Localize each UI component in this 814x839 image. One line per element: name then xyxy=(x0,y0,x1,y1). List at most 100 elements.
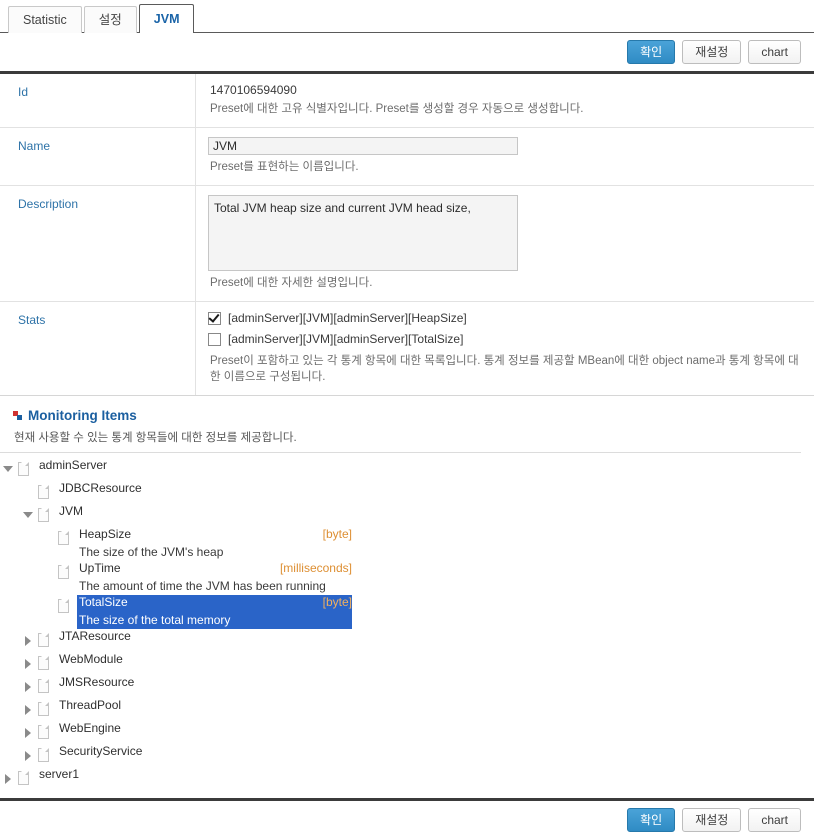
tab-statistic[interactable]: Statistic xyxy=(8,6,82,33)
form-row-description: Description Total JVM heap size and curr… xyxy=(0,186,814,302)
tree-row[interactable]: server1 xyxy=(0,767,814,790)
tree-item-label: JDBCResource xyxy=(59,481,142,495)
tree-label-wrap[interactable]: JDBCResource xyxy=(57,481,146,495)
chevron-down-icon[interactable] xyxy=(0,458,16,481)
chevron-down-icon[interactable] xyxy=(20,504,36,527)
chart-button-bottom[interactable]: chart xyxy=(748,808,801,832)
tree-row[interactable]: HeapSize [byte] The size of the JVM's he… xyxy=(40,527,814,561)
description-textarea[interactable]: Total JVM heap size and current JVM head… xyxy=(208,195,518,271)
tree-label-wrap[interactable]: JVM xyxy=(57,504,87,518)
tree-children-jvm: HeapSize [byte] The size of the JVM's he… xyxy=(20,527,814,629)
stats-item[interactable]: [adminServer][JVM][adminServer][TotalSiz… xyxy=(208,332,800,346)
tree-item-label: JMSResource xyxy=(59,675,135,689)
tree-label-wrap[interactable]: SecurityService xyxy=(57,744,146,758)
document-icon xyxy=(58,599,69,613)
tree-item-unit: [milliseconds] xyxy=(279,561,352,575)
chevron-right-icon[interactable] xyxy=(20,629,36,652)
tree-label-wrap[interactable]: JTAResource xyxy=(57,629,135,643)
name-value-cell: Preset를 표현하는 이름입니다. xyxy=(196,128,814,185)
tree-item-label: UpTime xyxy=(79,561,121,575)
form-row-name: Name Preset를 표현하는 이름입니다. xyxy=(0,128,814,186)
name-input[interactable] xyxy=(208,137,518,155)
stats-item[interactable]: [adminServer][JVM][adminServer][HeapSize… xyxy=(208,311,800,325)
id-value-cell: 1470106594090 Preset에 대한 고유 식별자입니다. Pres… xyxy=(196,74,814,127)
tree-item-label: JVM xyxy=(59,504,83,518)
tree-item-label: SecurityService xyxy=(59,744,143,758)
form-row-id: Id 1470106594090 Preset에 대한 고유 식별자입니다. P… xyxy=(0,74,814,128)
tree-label-wrap[interactable]: ThreadPool xyxy=(57,698,125,712)
chevron-right-icon[interactable] xyxy=(20,744,36,767)
tree-label-wrap[interactable]: HeapSize [byte] The size of the JVM's he… xyxy=(77,527,352,561)
reset-button-bottom[interactable]: 재설정 xyxy=(682,808,742,832)
tree-row[interactable]: SecurityService xyxy=(20,744,814,767)
stats-checkbox-totalsize[interactable] xyxy=(208,332,221,346)
tree-item-label: WebModule xyxy=(59,652,123,666)
tree-row[interactable]: JTAResource xyxy=(20,629,814,652)
document-icon xyxy=(38,702,49,716)
name-label: Name xyxy=(0,128,196,185)
tree-label-wrap[interactable]: WebModule xyxy=(57,652,127,666)
tree-item-label: HeapSize xyxy=(79,527,132,541)
tree-label-wrap[interactable]: server1 xyxy=(37,767,83,781)
monitoring-items-description: 현재 사용할 수 있는 통계 항목들에 대한 정보를 제공합니다. xyxy=(14,432,297,444)
tree-row[interactable]: JDBCResource xyxy=(20,481,814,504)
tree-row[interactable]: ThreadPool xyxy=(20,698,814,721)
document-icon xyxy=(38,508,49,522)
stats-checkbox-heapsize[interactable] xyxy=(208,311,221,325)
document-icon xyxy=(38,485,49,499)
form-row-stats: Stats [adminServer][JVM][adminServer][He… xyxy=(0,302,814,395)
tree-row[interactable]: JVM xyxy=(20,504,814,527)
document-icon xyxy=(38,679,49,693)
tree-item-description: The amount of time the JVM has been runn… xyxy=(79,579,326,593)
bottom-button-row: 확인 재설정 chart xyxy=(0,801,814,839)
tree-row[interactable]: adminServer xyxy=(0,458,814,481)
chevron-right-icon[interactable] xyxy=(20,721,36,744)
document-icon xyxy=(38,633,49,647)
tree-item-unit: [byte] xyxy=(322,595,352,609)
tree-item-description: The size of the total memory xyxy=(79,613,231,627)
name-hint: Preset를 표현하는 이름입니다. xyxy=(210,161,359,173)
tree-label-wrap[interactable]: adminServer xyxy=(37,458,111,472)
tree-row[interactable]: UpTime [milliseconds] The amount of time… xyxy=(40,561,814,595)
confirm-button-top[interactable]: 확인 xyxy=(627,40,676,64)
stats-label: Stats xyxy=(0,302,196,395)
chevron-right-icon[interactable] xyxy=(20,652,36,675)
tree-item-label: server1 xyxy=(39,767,80,781)
id-value: 1470106594090 xyxy=(210,83,297,97)
blue-red-squares-icon xyxy=(13,411,22,420)
reset-button-top[interactable]: 재설정 xyxy=(682,40,742,64)
stats-item-label: [adminServer][JVM][adminServer][HeapSize… xyxy=(228,311,467,325)
tree-item-label: WebEngine xyxy=(59,721,121,735)
monitoring-items-heading: Monitoring Items xyxy=(13,408,814,423)
stats-hint: Preset이 포함하고 있는 각 통계 항목에 대한 목록입니다. 통계 정보… xyxy=(210,355,799,383)
id-hint: Preset에 대한 고유 식별자입니다. Preset를 생성할 경우 자동으… xyxy=(210,103,584,115)
tree-row[interactable]: TotalSize [byte] The size of the total m… xyxy=(40,595,814,629)
confirm-button-bottom[interactable]: 확인 xyxy=(627,808,676,832)
tree-row[interactable]: WebEngine xyxy=(20,721,814,744)
chevron-right-icon[interactable] xyxy=(0,767,16,790)
chevron-right-icon[interactable] xyxy=(20,675,36,698)
tab-jvm[interactable]: JVM xyxy=(138,4,195,33)
tree-children-adminserver: JDBCResource JVM HeapSize [byte] The siz… xyxy=(0,481,814,767)
tree-row[interactable]: WebModule xyxy=(20,652,814,675)
tab-settings[interactable]: 설정 xyxy=(83,6,137,33)
chart-button-top[interactable]: chart xyxy=(748,40,801,64)
chevron-right-icon[interactable] xyxy=(20,698,36,721)
document-icon xyxy=(58,565,69,579)
tree-item-label: ThreadPool xyxy=(59,698,122,712)
top-button-row: 확인 재설정 chart xyxy=(0,33,814,71)
tree-row[interactable]: JMSResource xyxy=(20,675,814,698)
tree-label-wrap-selected[interactable]: TotalSize [byte] The size of the total m… xyxy=(77,595,352,629)
tree-label-wrap[interactable]: WebEngine xyxy=(57,721,125,735)
tree-label-wrap[interactable]: JMSResource xyxy=(57,675,138,689)
monitoring-items-title: Monitoring Items xyxy=(28,408,137,423)
document-icon xyxy=(18,771,29,785)
description-hint: Preset에 대한 자세한 설명입니다. xyxy=(210,277,373,289)
description-value-cell: Total JVM heap size and current JVM head… xyxy=(196,186,814,301)
monitoring-tree: adminServer JDBCResource JVM HeapSize [b… xyxy=(0,453,814,790)
document-icon xyxy=(38,748,49,762)
tree-label-wrap[interactable]: UpTime [milliseconds] The amount of time… xyxy=(77,561,352,595)
